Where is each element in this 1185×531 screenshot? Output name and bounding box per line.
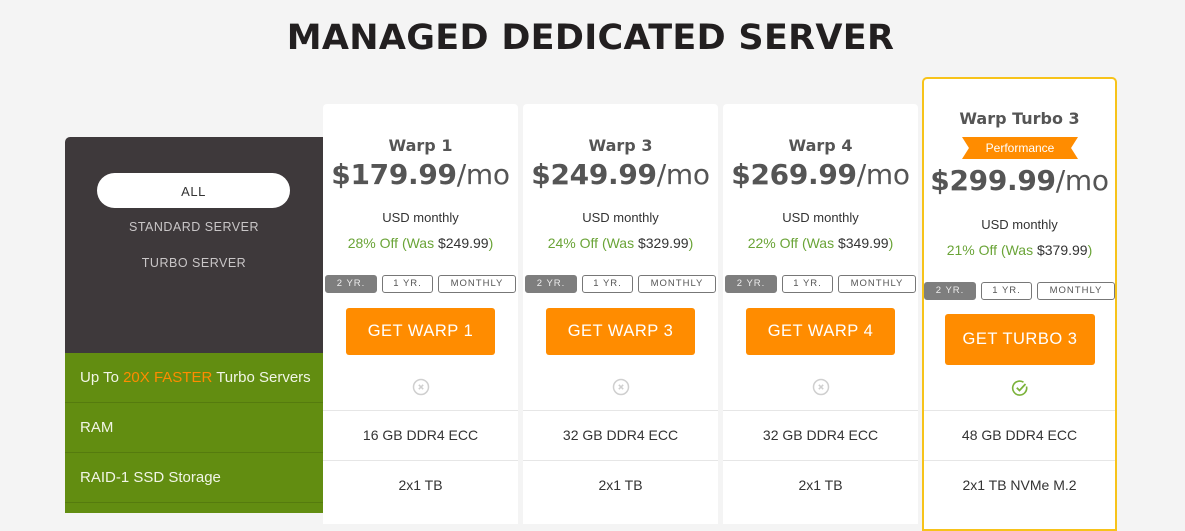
storage-value: 2x1 TB: [723, 460, 918, 510]
x-circle-icon: [812, 378, 829, 396]
feature-turbo: Up To 20X FASTER Turbo Servers: [65, 353, 323, 403]
plan-price: $179.99/mo: [323, 158, 518, 191]
was-price: $349.99: [837, 235, 889, 251]
discount-text: 22% Off (Was: [747, 235, 838, 251]
term-2yr-button[interactable]: 2 YR.: [325, 275, 377, 293]
plan-card: Warp 1 $179.99/mo USD monthly 28% Off (W…: [323, 104, 518, 524]
storage-value: 2x1 TB: [523, 460, 718, 510]
plan-currency: USD monthly: [782, 210, 859, 225]
filter-standard-server[interactable]: STANDARD SERVER: [65, 220, 323, 234]
term-monthly-button[interactable]: MONTHLY: [838, 275, 916, 293]
was-price: $329.99: [637, 235, 689, 251]
discount-text: 24% Off (Was: [547, 235, 638, 251]
filter-all-button[interactable]: ALL: [97, 173, 290, 208]
plan-discount: 22% Off (Was $349.99): [723, 235, 918, 251]
term-selector: 2 YR. 1 YR. MONTHLY: [725, 275, 916, 293]
page-title: MANAGED DEDICATED SERVER: [286, 18, 895, 58]
turbo-status: [323, 378, 518, 401]
filter-panel: ALL STANDARD SERVER TURBO SERVER: [65, 137, 323, 353]
plan-discount: 24% Off (Was $329.99): [523, 235, 718, 251]
turbo-status: [924, 379, 1115, 402]
term-1yr-button[interactable]: 1 YR.: [382, 275, 433, 293]
price-unit: /mo: [856, 158, 910, 191]
price-unit: /mo: [1055, 164, 1109, 197]
filter-turbo-server[interactable]: TURBO SERVER: [65, 256, 323, 270]
plan-name: Warp 1: [388, 136, 453, 155]
term-1yr-button[interactable]: 1 YR.: [582, 275, 633, 293]
performance-badge: Performance: [962, 137, 1078, 159]
price-amount: $179.99: [331, 158, 457, 191]
discount-close: ): [688, 235, 694, 251]
plan-currency: USD monthly: [582, 210, 659, 225]
plan-name: Warp Turbo 3: [959, 109, 1080, 128]
feature-ram: RAM: [65, 403, 323, 453]
plan-card: Warp 4 $269.99/mo USD monthly 22% Off (W…: [723, 104, 918, 524]
term-selector: 2 YR. 1 YR. MONTHLY: [325, 275, 516, 293]
storage-value: 2x1 TB: [323, 460, 518, 510]
plan-currency: USD monthly: [382, 210, 459, 225]
get-plan-button[interactable]: GET TURBO 3: [945, 314, 1095, 365]
term-1yr-button[interactable]: 1 YR.: [981, 282, 1032, 300]
feature-turbo-suffix: Turbo Servers: [212, 369, 311, 386]
feature-labels: Up To 20X FASTER Turbo Servers RAM RAID-…: [65, 353, 323, 513]
plan-price: $299.99/mo: [924, 164, 1115, 197]
term-2yr-button[interactable]: 2 YR.: [525, 275, 577, 293]
get-plan-button[interactable]: GET WARP 3: [546, 308, 695, 355]
ram-value: 48 GB DDR4 ECC: [924, 410, 1115, 460]
discount-close: ): [1087, 242, 1093, 258]
term-monthly-button[interactable]: MONTHLY: [438, 275, 516, 293]
price-amount: $299.99: [930, 164, 1056, 197]
term-2yr-button[interactable]: 2 YR.: [924, 282, 976, 300]
get-plan-button[interactable]: GET WARP 1: [346, 308, 495, 355]
term-1yr-button[interactable]: 1 YR.: [782, 275, 833, 293]
discount-close: ): [888, 235, 894, 251]
price-unit: /mo: [656, 158, 710, 191]
ram-value: 32 GB DDR4 ECC: [523, 410, 718, 460]
storage-value: 2x1 TB NVMe M.2: [924, 460, 1115, 510]
was-price: $379.99: [1036, 242, 1088, 258]
plan-discount: 28% Off (Was $249.99): [323, 235, 518, 251]
feature-turbo-highlight: 20X FASTER: [123, 369, 213, 386]
plan-card: Warp 3 $249.99/mo USD monthly 24% Off (W…: [523, 104, 718, 524]
was-price: $249.99: [437, 235, 489, 251]
feature-turbo-prefix: Up To: [80, 369, 124, 386]
ram-value: 32 GB DDR4 ECC: [723, 410, 918, 460]
plan-price: $269.99/mo: [723, 158, 918, 191]
price-unit: /mo: [456, 158, 510, 191]
discount-text: 28% Off (Was: [347, 235, 438, 251]
ram-value: 16 GB DDR4 ECC: [323, 410, 518, 460]
term-monthly-button[interactable]: MONTHLY: [638, 275, 716, 293]
term-selector: 2 YR. 1 YR. MONTHLY: [525, 275, 716, 293]
price-amount: $269.99: [731, 158, 857, 191]
x-circle-icon: [612, 378, 629, 396]
plan-currency: USD monthly: [981, 217, 1058, 232]
term-2yr-button[interactable]: 2 YR.: [725, 275, 777, 293]
get-plan-button[interactable]: GET WARP 4: [746, 308, 895, 355]
plan-card-featured: Warp Turbo 3 $299.99/mo USD monthly 21% …: [922, 77, 1117, 531]
plan-name: Warp 4: [788, 136, 853, 155]
price-amount: $249.99: [531, 158, 657, 191]
feature-storage: RAID-1 SSD Storage: [65, 453, 323, 503]
plan-discount: 21% Off (Was $379.99): [924, 242, 1115, 258]
term-monthly-button[interactable]: MONTHLY: [1037, 282, 1115, 300]
turbo-status: [723, 378, 918, 401]
turbo-status: [523, 378, 718, 401]
term-selector: 2 YR. 1 YR. MONTHLY: [924, 282, 1115, 300]
discount-close: ): [488, 235, 494, 251]
plan-price: $249.99/mo: [523, 158, 718, 191]
discount-text: 21% Off (Was: [946, 242, 1037, 258]
plan-name: Warp 3: [588, 136, 653, 155]
check-circle-icon: [1011, 380, 1027, 396]
x-circle-icon: [412, 378, 429, 396]
